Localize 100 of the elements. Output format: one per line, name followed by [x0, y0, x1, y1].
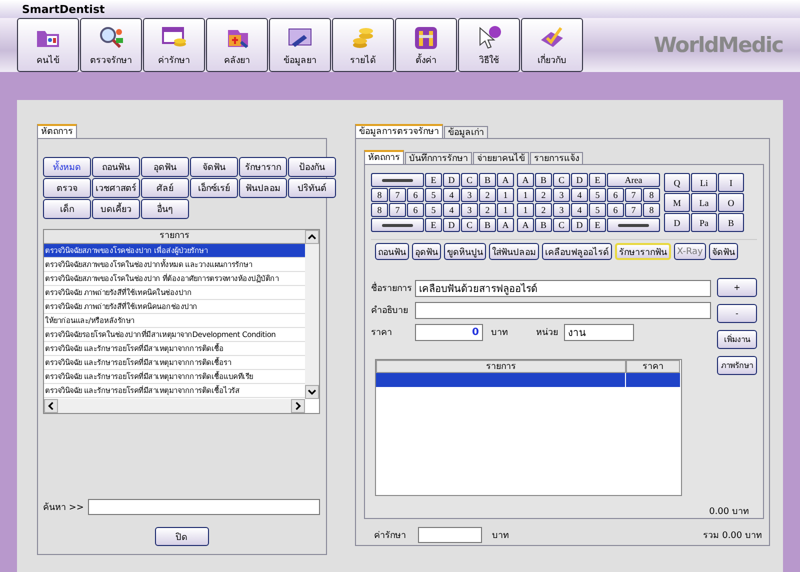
quadrant-key[interactable]	[607, 218, 660, 232]
surface-key[interactable]: Li	[691, 173, 717, 192]
category-button[interactable]: ศัลย์	[141, 178, 189, 198]
action-button[interactable]: -	[717, 304, 757, 323]
scroll-left-icon[interactable]	[44, 399, 58, 413]
category-button[interactable]: เด็ก	[43, 199, 91, 219]
category-button[interactable]: จัดฟัน	[190, 157, 238, 177]
procedure-button[interactable]: เคลือบฟลูออไรด์	[542, 243, 612, 260]
description-field[interactable]	[415, 302, 711, 318]
tooth-key[interactable]: 3	[461, 188, 478, 202]
tooth-key[interactable]: 5	[425, 203, 442, 217]
tooth-key[interactable]: B	[535, 218, 552, 232]
action-button[interactable]: +	[717, 278, 757, 297]
tooth-key[interactable]: 6	[607, 203, 624, 217]
tab[interactable]: หัตถการ	[364, 150, 404, 164]
tab[interactable]: หัตถการ	[37, 124, 77, 138]
category-button[interactable]: อุดฟัน	[141, 157, 189, 177]
category-button[interactable]: ฟันปลอม	[239, 178, 287, 198]
horizontal-scrollbar[interactable]	[44, 399, 305, 413]
tooth-key[interactable]: 7	[625, 188, 642, 202]
tooth-key[interactable]: 3	[553, 188, 570, 202]
category-button[interactable]: รักษาราก	[239, 157, 287, 177]
toolbar-button[interactable]: ข้อมูลยา	[269, 18, 331, 72]
fee-field[interactable]	[418, 527, 482, 543]
procedure-button[interactable]: รักษารากฟัน	[615, 243, 671, 260]
tab[interactable]: จ่ายยาคนไข้	[473, 152, 529, 164]
tooth-key[interactable]: C	[461, 173, 478, 187]
tooth-key[interactable]: E	[589, 218, 606, 232]
tooth-key[interactable]: A	[517, 218, 534, 232]
procedure-button[interactable]: ขูดหินปูน	[444, 243, 486, 260]
tooth-key[interactable]: 2	[535, 188, 552, 202]
surface-key[interactable]: M	[664, 193, 690, 212]
procedure-button[interactable]: อุดฟัน	[412, 243, 441, 260]
tooth-key[interactable]: A	[517, 173, 534, 187]
toolbar-button[interactable]: คนไข้	[17, 18, 79, 72]
close-button[interactable]: ปิด	[154, 527, 208, 546]
toolbar-button[interactable]: รายได้	[332, 18, 394, 72]
toolbar-button[interactable]: เกี่ยวกับ	[521, 18, 583, 72]
action-button[interactable]: ภาพรักษา	[717, 356, 757, 375]
tooth-key[interactable]: 1	[497, 188, 514, 202]
tooth-key[interactable]: 4	[571, 203, 588, 217]
tooth-key[interactable]: A	[497, 218, 514, 232]
tooth-key[interactable]: 8	[643, 188, 660, 202]
search-field[interactable]	[88, 499, 320, 515]
tooth-key[interactable]: C	[461, 218, 478, 232]
category-button[interactable]: ทั้งหมด	[43, 157, 91, 177]
vertical-scrollbar[interactable]	[305, 230, 319, 399]
tooth-key[interactable]: E	[425, 173, 442, 187]
tooth-key[interactable]: A	[497, 173, 514, 187]
quadrant-key[interactable]	[371, 218, 424, 232]
scroll-down-icon[interactable]	[305, 385, 319, 399]
surface-key[interactable]: Q	[664, 173, 690, 192]
category-button[interactable]: ตรวจ	[43, 178, 91, 198]
tooth-key[interactable]: D	[571, 218, 588, 232]
toolbar-button[interactable]: ค่ารักษา	[143, 18, 205, 72]
toolbar-button[interactable]: วิธีใช้	[458, 18, 520, 72]
tooth-key[interactable]: 8	[371, 188, 388, 202]
category-button[interactable]: อื่นๆ	[141, 199, 189, 219]
tab[interactable]: ข้อมูลเก่า	[444, 126, 488, 138]
scroll-up-icon[interactable]	[305, 230, 319, 244]
surface-key[interactable]: I	[718, 173, 744, 192]
tab[interactable]: ข้อมูลการตรวจรักษา	[355, 124, 443, 138]
action-button[interactable]: เพิ่มงาน	[717, 330, 757, 349]
category-button[interactable]: ปริทันต์	[288, 178, 336, 198]
area-key[interactable]: Area	[607, 173, 660, 187]
tab[interactable]: บันทึกการรักษา	[405, 152, 472, 164]
tooth-key[interactable]: D	[443, 218, 460, 232]
scroll-right-icon[interactable]	[291, 399, 305, 413]
tooth-key[interactable]: 5	[589, 188, 606, 202]
unit-field[interactable]: งาน	[564, 324, 634, 340]
tooth-key[interactable]: 1	[517, 188, 534, 202]
quadrant-key[interactable]	[371, 173, 424, 187]
tooth-key[interactable]: D	[571, 173, 588, 187]
tooth-key[interactable]: 8	[643, 203, 660, 217]
tooth-key[interactable]: 4	[571, 188, 588, 202]
tooth-key[interactable]: 8	[371, 203, 388, 217]
tooth-key[interactable]: C	[553, 173, 570, 187]
category-button[interactable]: เวชศาสตร์	[92, 178, 140, 198]
surface-key[interactable]: B	[718, 213, 744, 232]
tooth-key[interactable]: 2	[479, 203, 496, 217]
tooth-key[interactable]: 7	[625, 203, 642, 217]
surface-key[interactable]: D	[664, 213, 690, 232]
surface-key[interactable]: La	[691, 193, 717, 212]
category-button[interactable]: ถอนฟัน	[92, 157, 140, 177]
tooth-key[interactable]: D	[443, 173, 460, 187]
tooth-key[interactable]: 5	[589, 203, 606, 217]
tooth-key[interactable]: 6	[607, 188, 624, 202]
surface-key[interactable]: Pa	[691, 213, 717, 232]
tooth-key[interactable]: 7	[389, 203, 406, 217]
tooth-key[interactable]: 3	[553, 203, 570, 217]
tooth-key[interactable]: 2	[535, 203, 552, 217]
tooth-key[interactable]: 1	[497, 203, 514, 217]
procedure-button[interactable]: จัดฟัน	[708, 243, 738, 260]
name-field[interactable]: เคลือบฟันด้วยสารฟลูออไรด์	[415, 280, 711, 296]
tooth-key[interactable]: B	[479, 218, 496, 232]
toolbar-button[interactable]: คลังยา	[206, 18, 268, 72]
tooth-key[interactable]: B	[535, 173, 552, 187]
tooth-key[interactable]: E	[425, 218, 442, 232]
toolbar-button[interactable]: ตรวจรักษา	[80, 18, 142, 72]
tooth-key[interactable]: B	[479, 173, 496, 187]
